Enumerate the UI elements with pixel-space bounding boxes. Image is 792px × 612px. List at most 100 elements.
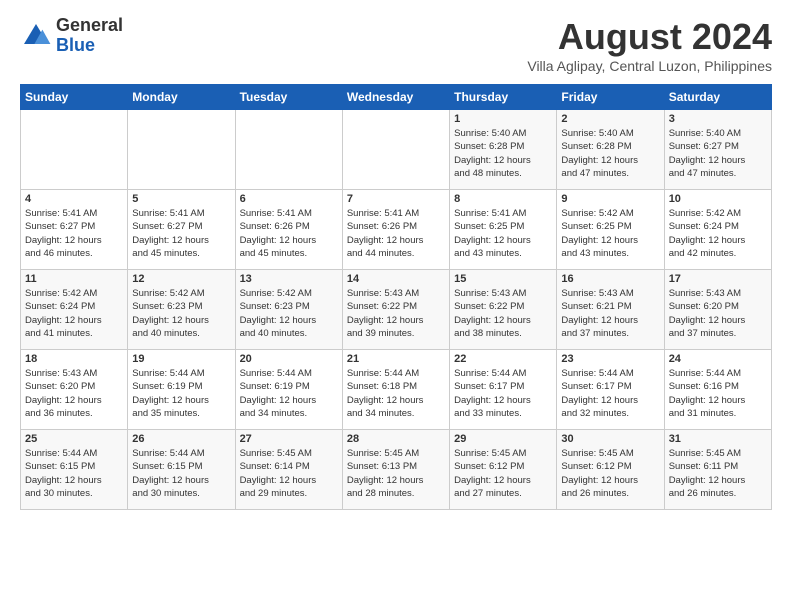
col-header-saturday: Saturday [664,85,771,110]
day-cell: 22 Sunrise: 5:44 AM Sunset: 6:17 PM Dayli… [450,350,557,430]
day-info: Sunrise: 5:44 AM Sunset: 6:19 PM Dayligh… [132,367,230,420]
day-info: Sunrise: 5:41 AM Sunset: 6:26 PM Dayligh… [240,207,338,260]
day-info: Sunrise: 5:43 AM Sunset: 6:20 PM Dayligh… [25,367,123,420]
week-row-3: 11 Sunrise: 5:42 AM Sunset: 6:24 PM Dayli… [21,270,772,350]
day-cell: 1 Sunrise: 5:40 AM Sunset: 6:28 PM Daylig… [450,110,557,190]
day-number: 28 [347,433,445,445]
subtitle: Villa Aglipay, Central Luzon, Philippine… [527,58,772,74]
day-info: Sunrise: 5:42 AM Sunset: 6:24 PM Dayligh… [25,287,123,340]
day-cell: 30Sunrise: 5:45 AM Sunset: 6:12 PM Dayli… [557,430,664,510]
logo-line1: General [56,16,123,36]
day-cell: 29 Sunrise: 5:45 AM Sunset: 6:12 PM Dayli… [450,430,557,510]
day-number: 17 [669,273,767,285]
day-info: Sunrise: 5:40 AM Sunset: 6:27 PM Dayligh… [669,127,767,180]
day-number: 1 [454,113,552,125]
day-cell: 18 Sunrise: 5:43 AM Sunset: 6:20 PM Dayli… [21,350,128,430]
page: General Blue August 2024 Villa Aglipay, … [0,0,792,612]
day-info: Sunrise: 5:45 AM Sunset: 6:14 PM Dayligh… [240,447,338,500]
day-cell: 11 Sunrise: 5:42 AM Sunset: 6:24 PM Dayli… [21,270,128,350]
day-number: 13 [240,273,338,285]
week-row-4: 18 Sunrise: 5:43 AM Sunset: 6:20 PM Dayli… [21,350,772,430]
day-number: 18 [25,353,123,365]
calendar: SundayMondayTuesdayWednesdayThursdayFrid… [20,84,772,510]
day-number: 19 [132,353,230,365]
day-cell: 20Sunrise: 5:44 AM Sunset: 6:19 PM Dayli… [235,350,342,430]
logo-text: General Blue [56,16,123,56]
day-number: 12 [132,273,230,285]
day-cell: 14Sunrise: 5:43 AM Sunset: 6:22 PM Dayli… [342,270,449,350]
day-info: Sunrise: 5:44 AM Sunset: 6:17 PM Dayligh… [454,367,552,420]
day-info: Sunrise: 5:43 AM Sunset: 6:22 PM Dayligh… [454,287,552,340]
day-info: Sunrise: 5:45 AM Sunset: 6:12 PM Dayligh… [454,447,552,500]
day-cell: 2 Sunrise: 5:40 AM Sunset: 6:28 PM Daylig… [557,110,664,190]
day-number: 27 [240,433,338,445]
day-number: 6 [240,193,338,205]
day-info: Sunrise: 5:44 AM Sunset: 6:18 PM Dayligh… [347,367,445,420]
day-info: Sunrise: 5:42 AM Sunset: 6:25 PM Dayligh… [561,207,659,260]
day-number: 3 [669,113,767,125]
day-cell [128,110,235,190]
day-info: Sunrise: 5:45 AM Sunset: 6:11 PM Dayligh… [669,447,767,500]
day-info: Sunrise: 5:42 AM Sunset: 6:24 PM Dayligh… [669,207,767,260]
col-header-friday: Friday [557,85,664,110]
day-cell: 3 Sunrise: 5:40 AM Sunset: 6:27 PM Daylig… [664,110,771,190]
day-info: Sunrise: 5:41 AM Sunset: 6:26 PM Dayligh… [347,207,445,260]
day-number: 24 [669,353,767,365]
day-cell: 6 Sunrise: 5:41 AM Sunset: 6:26 PM Daylig… [235,190,342,270]
day-number: 9 [561,193,659,205]
day-number: 29 [454,433,552,445]
day-number: 10 [669,193,767,205]
day-info: Sunrise: 5:44 AM Sunset: 6:15 PM Dayligh… [132,447,230,500]
main-title: August 2024 [527,16,772,58]
day-number: 25 [25,433,123,445]
col-header-sunday: Sunday [21,85,128,110]
col-header-wednesday: Wednesday [342,85,449,110]
logo-line2: Blue [56,36,123,56]
day-cell: 23 Sunrise: 5:44 AM Sunset: 6:17 PM Dayli… [557,350,664,430]
day-info: Sunrise: 5:44 AM Sunset: 6:16 PM Dayligh… [669,367,767,420]
day-info: Sunrise: 5:42 AM Sunset: 6:23 PM Dayligh… [132,287,230,340]
day-cell: 16Sunrise: 5:43 AM Sunset: 6:21 PM Dayli… [557,270,664,350]
day-cell: 4 Sunrise: 5:41 AM Sunset: 6:27 PM Daylig… [21,190,128,270]
day-cell: 7Sunrise: 5:41 AM Sunset: 6:26 PM Daylig… [342,190,449,270]
day-cell: 13Sunrise: 5:42 AM Sunset: 6:23 PM Dayli… [235,270,342,350]
day-number: 26 [132,433,230,445]
day-info: Sunrise: 5:40 AM Sunset: 6:28 PM Dayligh… [561,127,659,180]
day-info: Sunrise: 5:41 AM Sunset: 6:27 PM Dayligh… [25,207,123,260]
day-cell: 5 Sunrise: 5:41 AM Sunset: 6:27 PM Daylig… [128,190,235,270]
day-number: 8 [454,193,552,205]
day-info: Sunrise: 5:41 AM Sunset: 6:25 PM Dayligh… [454,207,552,260]
week-row-5: 25 Sunrise: 5:44 AM Sunset: 6:15 PM Dayli… [21,430,772,510]
day-number: 16 [561,273,659,285]
day-number: 22 [454,353,552,365]
col-header-tuesday: Tuesday [235,85,342,110]
day-cell: 26 Sunrise: 5:44 AM Sunset: 6:15 PM Dayli… [128,430,235,510]
day-cell: 24 Sunrise: 5:44 AM Sunset: 6:16 PM Dayli… [664,350,771,430]
day-info: Sunrise: 5:43 AM Sunset: 6:20 PM Dayligh… [669,287,767,340]
day-info: Sunrise: 5:43 AM Sunset: 6:22 PM Dayligh… [347,287,445,340]
day-number: 2 [561,113,659,125]
header: General Blue August 2024 Villa Aglipay, … [20,16,772,74]
day-cell [235,110,342,190]
day-info: Sunrise: 5:40 AM Sunset: 6:28 PM Dayligh… [454,127,552,180]
day-number: 4 [25,193,123,205]
day-number: 11 [25,273,123,285]
day-number: 23 [561,353,659,365]
day-info: Sunrise: 5:44 AM Sunset: 6:19 PM Dayligh… [240,367,338,420]
day-number: 5 [132,193,230,205]
logo: General Blue [20,16,123,56]
day-info: Sunrise: 5:44 AM Sunset: 6:17 PM Dayligh… [561,367,659,420]
day-cell: 28 Sunrise: 5:45 AM Sunset: 6:13 PM Dayli… [342,430,449,510]
day-cell: 12 Sunrise: 5:42 AM Sunset: 6:23 PM Dayli… [128,270,235,350]
day-cell: 8 Sunrise: 5:41 AM Sunset: 6:25 PM Daylig… [450,190,557,270]
week-row-1: 1 Sunrise: 5:40 AM Sunset: 6:28 PM Daylig… [21,110,772,190]
week-row-2: 4 Sunrise: 5:41 AM Sunset: 6:27 PM Daylig… [21,190,772,270]
day-info: Sunrise: 5:45 AM Sunset: 6:13 PM Dayligh… [347,447,445,500]
day-cell: 21Sunrise: 5:44 AM Sunset: 6:18 PM Dayli… [342,350,449,430]
title-section: August 2024 Villa Aglipay, Central Luzon… [527,16,772,74]
day-info: Sunrise: 5:41 AM Sunset: 6:27 PM Dayligh… [132,207,230,260]
day-cell: 31Sunrise: 5:45 AM Sunset: 6:11 PM Dayli… [664,430,771,510]
day-info: Sunrise: 5:45 AM Sunset: 6:12 PM Dayligh… [561,447,659,500]
day-number: 15 [454,273,552,285]
day-cell [342,110,449,190]
